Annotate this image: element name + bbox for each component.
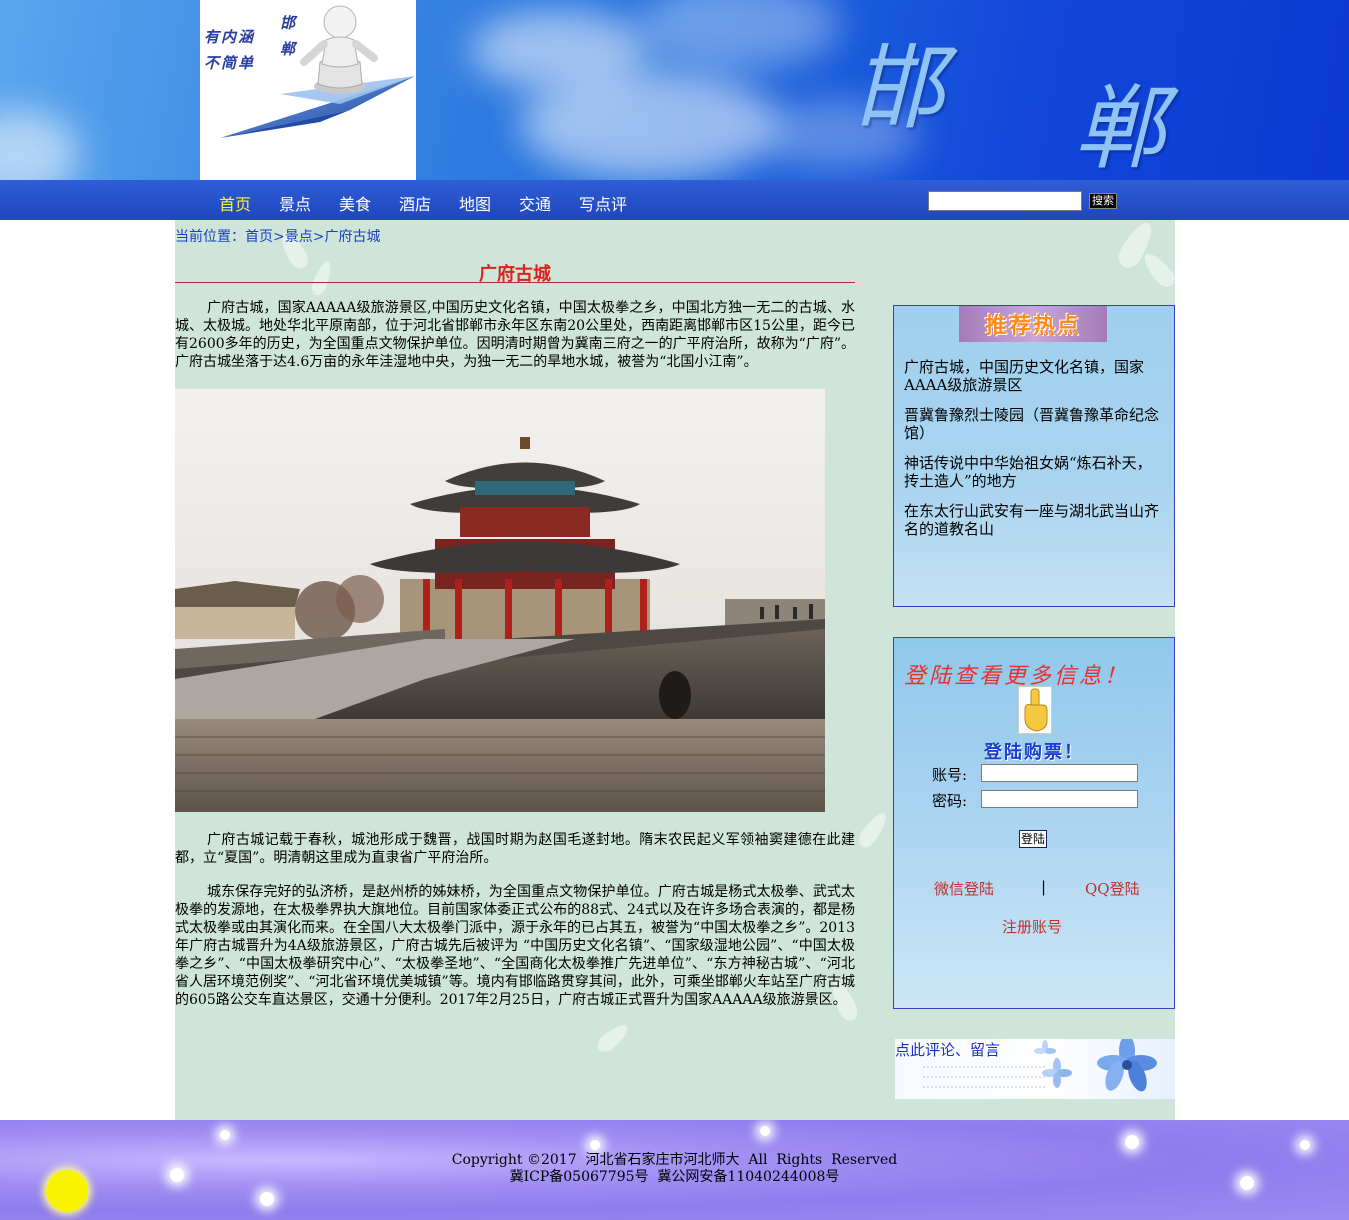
ancient-city-photo [175,389,825,812]
recommended-item[interactable]: 晋冀鲁豫烈士陵园（晋冀鲁豫革命纪念馆） [904,406,1166,442]
nav-item-transport[interactable]: 交通 [519,191,551,215]
article-paragraph-1: 广府古城，国家AAAAA级旅游景区,中国历史文化名镇，中国太极拳之乡，中国北方独… [175,300,855,370]
recommended-item[interactable]: 神话传说中中华始祖女娲“炼石补天，抟土造人”的地方 [904,454,1166,490]
copyright-text: Copyright ©2017 河北省石家庄市河北师大 All Rights R… [451,1152,898,1168]
main-content: 当前位置：首页>景点>广府古城 广府古城 广府古城，国家AAAAA级旅游景区,中… [175,220,1175,1120]
recommended-banner: 推荐热点 [959,306,1107,342]
sparkle-decoration [760,1126,770,1136]
footer: Copyright ©2017 河北省石家庄市河北师大 All Rights R… [0,1120,1349,1220]
cloud-decoration [640,0,840,70]
breadcrumb-home-link[interactable]: 首页 [245,229,273,245]
title-divider [175,282,855,283]
sparkle-decoration [260,1192,274,1206]
account-field[interactable] [981,764,1138,782]
recommended-item[interactable]: 广府古城，中国历史文化名镇，国家AAAA级旅游景区 [904,358,1166,394]
breadcrumb-prefix: 当前位置： [175,229,245,245]
breadcrumb-separator: > [273,229,285,245]
nav-item-food[interactable]: 美食 [339,191,371,215]
header-banner: 有内涵 不简单 邯 郸 邯 郸 [0,0,1349,180]
cloud-decoration [520,70,780,180]
nav-item-attractions[interactable]: 景点 [279,191,311,215]
qq-login-link[interactable]: QQ登陆 [1085,878,1140,899]
comment-panel: 点此评论、留言 [895,1039,1175,1099]
login-panel: 登陆查看更多信息！ 登陆购票！ 账号: 密码: 登陆 微信登陆 | QQ登陆 注… [893,637,1175,1009]
recommended-item[interactable]: 在东太行山武安有一座与湖北武当山齐名的道教名山 [904,502,1166,538]
petal-decoration [594,1020,632,1056]
petal-decoration [1139,248,1175,292]
login-button[interactable]: 登陆 [1019,830,1047,848]
main-nav: 首页 景点 美食 酒店 地图 交通 写点评 [0,180,1349,220]
sparkle-decoration [220,1130,230,1140]
nav-item-map[interactable]: 地图 [459,191,491,215]
sparkle-decoration [590,1140,600,1150]
password-label: 密码: [932,792,968,810]
login-heading: 登陆查看更多信息！ [904,664,1130,689]
icp-license-text: 冀ICP备05067795号 冀公网安备11040244008号 [509,1169,840,1185]
search-button[interactable]: 搜索 [1089,193,1117,209]
petal-decoration [854,809,892,851]
password-field[interactable] [981,790,1138,808]
cloud-decoration [0,110,80,180]
buy-ticket-heading: 登陆购票！ [984,742,1084,763]
wechat-login-link[interactable]: 微信登陆 [934,878,994,899]
nav-item-hotels[interactable]: 酒店 [399,191,431,215]
paper-plane-figure-icon [220,5,415,138]
login-link-separator: | [1041,878,1047,896]
search-input[interactable] [928,191,1082,211]
banner-title-char-1: 邯 [852,35,945,142]
banner-title-char-2: 郸 [1074,75,1167,180]
breadcrumb-current: 广府古城 [324,229,381,245]
breadcrumb: 当前位置：首页>景点>广府古城 [175,226,380,246]
article-paragraph-2: 广府古城记载于春秋，城池形成于魏晋，战国时期为赵国毛遂封地。隋末农民起义军领袖窦… [175,832,855,866]
nav-item-home[interactable]: 首页 [219,191,251,215]
nav-item-review[interactable]: 写点评 [579,191,627,215]
sparkle-decoration [1125,1135,1139,1149]
pointing-hand-icon [1018,686,1052,734]
account-label: 账号: [932,766,968,784]
flower-decoration-icon [923,1039,1157,1092]
breadcrumb-section-link[interactable]: 景点 [285,229,313,245]
logo: 有内涵 不简单 邯 郸 [200,0,416,180]
article-paragraph-3: 城东保存完好的弘济桥，是赵州桥的姊妹桥，为全国重点文物保护单位。广府古城是杨式太… [175,884,855,1008]
footer-text: Copyright ©2017 河北省石家庄市河北师大 All Rights R… [0,1152,1349,1186]
register-link[interactable]: 注册账号 [1002,916,1062,937]
recommended-panel: 推荐热点 广府古城，中国历史文化名镇，国家AAAA级旅游景区 晋冀鲁豫烈士陵园（… [893,305,1175,607]
breadcrumb-separator: > [312,229,325,245]
sparkle-decoration [1300,1140,1310,1150]
